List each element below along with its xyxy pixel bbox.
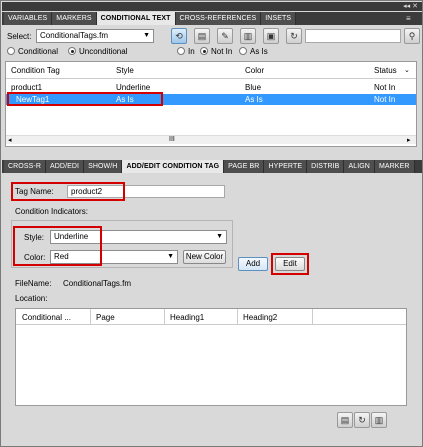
col-divider — [312, 309, 313, 325]
radio-as-is[interactable]: As Is — [239, 47, 268, 57]
color-label: Color: — [24, 253, 46, 262]
col-page[interactable]: Page — [96, 313, 115, 322]
edit-pencil-icon[interactable]: ✎ — [217, 28, 233, 44]
add-button[interactable]: Add — [238, 257, 268, 271]
col-condition-tag[interactable]: Condition Tag — [11, 66, 60, 75]
radio-conditional-label: Conditional — [18, 47, 59, 56]
scroll-thumb[interactable]: III — [169, 136, 175, 143]
radio-conditional[interactable]: Conditional — [7, 47, 58, 57]
table-row[interactable]: product1 Underline Blue Not In — [6, 82, 416, 93]
select-label: Select: — [7, 32, 32, 41]
panel-window-controls[interactable]: ◂◂ ✕ — [403, 2, 418, 11]
cell-tag: product1 — [11, 83, 43, 92]
document-select[interactable]: ConditionalTags.fm ▼ — [36, 29, 154, 43]
cell-tag: NewTag1 — [16, 95, 50, 104]
top-tab-strip: VARIABLES MARKERS CONDITIONAL TEXT CROSS… — [4, 12, 297, 25]
style-select[interactable]: Underline ▼ — [50, 230, 227, 244]
panel-menu-icon[interactable]: ≡ — [406, 14, 411, 23]
filename-value: ConditionalTags.fm — [63, 279, 132, 288]
col-style[interactable]: Style — [116, 66, 134, 75]
col-divider — [164, 309, 165, 325]
tab-align[interactable]: ALIGN — [344, 160, 375, 173]
tab-conditional-text[interactable]: CONDITIONAL TEXT — [96, 12, 176, 25]
search-icon[interactable]: ⚲ — [404, 28, 420, 44]
tag-name-label: Tag Name: — [15, 187, 54, 196]
tab-marker[interactable]: MARKER — [374, 160, 415, 173]
radio-not-in[interactable]: Not In — [200, 47, 232, 57]
column-menu-chevron-icon[interactable]: ⌄ — [404, 66, 410, 74]
color-select-value: Red — [54, 252, 69, 261]
scroll-left-icon[interactable]: ◂ — [8, 136, 12, 144]
color-select[interactable]: Red ▼ — [50, 250, 178, 264]
radio-circle-icon — [177, 47, 185, 55]
scroll-right-icon[interactable]: ▸ — [407, 136, 411, 144]
refresh-icon[interactable]: ↻ — [354, 412, 370, 428]
col-heading1[interactable]: Heading1 — [170, 313, 204, 322]
tab-show-h[interactable]: SHOW/H — [84, 160, 123, 173]
panel-title-bar: ◂◂ ✕ — [2, 2, 422, 11]
style-label: Style: — [24, 233, 45, 242]
tab-distrib[interactable]: DISTRIB — [307, 160, 345, 173]
tab-markers[interactable]: MARKERS — [52, 12, 97, 25]
location-table-header: Conditional ... Page Heading1 Heading2 — [16, 309, 406, 325]
bottom-tab-strip: CROSS-R ADD/EDI SHOW/H ADD/EDIT CONDITIO… — [4, 160, 415, 173]
tab-hyperte[interactable]: HYPERTE — [264, 160, 308, 173]
radio-selected-icon — [68, 47, 76, 55]
delete-icon[interactable]: ▥ — [371, 412, 387, 428]
col-status[interactable]: Status — [374, 66, 397, 75]
show-hide-icon[interactable]: ▤ — [194, 28, 210, 44]
panel-frame: ◂◂ ✕ VARIABLES MARKERS CONDITIONAL TEXT … — [0, 0, 423, 447]
cell-status: Not In — [374, 95, 396, 104]
col-color[interactable]: Color — [245, 66, 264, 75]
col-conditional[interactable]: Conditional ... — [22, 313, 71, 322]
table-header: Condition Tag Style Color Status ⌄ — [6, 62, 416, 79]
tab-cross-r[interactable]: CROSS-R — [4, 160, 46, 173]
tab-cross-references[interactable]: CROSS-REFERENCES — [175, 12, 262, 25]
tab-variables[interactable]: VARIABLES — [4, 12, 53, 25]
tab-page-br[interactable]: PAGE BR — [224, 160, 265, 173]
export-icon[interactable]: ▤ — [337, 412, 353, 428]
tab-insets[interactable]: INSETS — [261, 12, 297, 25]
tab-add-edit-condition-tag[interactable]: ADD/EDIT CONDITION TAG — [122, 160, 225, 173]
radio-selected-icon — [200, 47, 208, 55]
chevron-down-icon: ▼ — [143, 32, 150, 39]
filename-label: FileName: — [15, 279, 52, 288]
horizontal-scrollbar[interactable]: ◂ III ▸ — [6, 135, 416, 144]
refresh-icon[interactable]: ↻ — [286, 28, 302, 44]
col-heading2[interactable]: Heading2 — [243, 313, 277, 322]
delete-icon[interactable]: ▥ — [240, 28, 256, 44]
condition-tags-table: Condition Tag Style Color Status ⌄ produ… — [5, 61, 417, 147]
radio-not-in-label: Not In — [211, 47, 233, 56]
cell-color: Blue — [245, 83, 262, 92]
chevron-down-icon: ▼ — [167, 253, 174, 260]
chevron-down-icon: ▼ — [216, 233, 223, 240]
tab-add-edi[interactable]: ADD/EDI — [45, 160, 85, 173]
radio-as-is-label: As Is — [250, 47, 268, 56]
cell-color: As Is — [245, 95, 263, 104]
edit-button[interactable]: Edit — [275, 257, 305, 271]
radio-circle-icon — [7, 47, 15, 55]
radio-in[interactable]: In — [177, 47, 195, 57]
cell-style: Underline — [116, 83, 151, 92]
document-select-value: ConditionalTags.fm — [40, 31, 109, 40]
style-select-value: Underline — [54, 232, 89, 241]
settings-icon[interactable]: ▣ — [263, 28, 279, 44]
search-input[interactable] — [305, 29, 401, 43]
cell-status: Not In — [374, 83, 396, 92]
radio-unconditional-label: Unconditional — [79, 47, 128, 56]
new-color-button[interactable]: New Color — [183, 250, 226, 264]
cell-style: As Is — [116, 95, 134, 104]
col-divider — [237, 309, 238, 325]
location-label: Location: — [15, 294, 48, 303]
location-table: Conditional ... Page Heading1 Heading2 — [15, 308, 407, 406]
radio-circle-icon — [239, 47, 247, 55]
table-row-selected[interactable]: NewTag1 As Is As Is Not In — [6, 94, 416, 105]
condition-indicators-label: Condition Indicators: — [15, 207, 88, 216]
apply-icon[interactable]: ⟲ — [171, 28, 187, 44]
radio-unconditional[interactable]: Unconditional — [68, 47, 127, 57]
tag-name-value: product2 — [71, 187, 103, 196]
tag-name-input[interactable]: product2 — [67, 185, 225, 198]
col-divider — [90, 309, 91, 325]
radio-in-label: In — [188, 47, 195, 56]
